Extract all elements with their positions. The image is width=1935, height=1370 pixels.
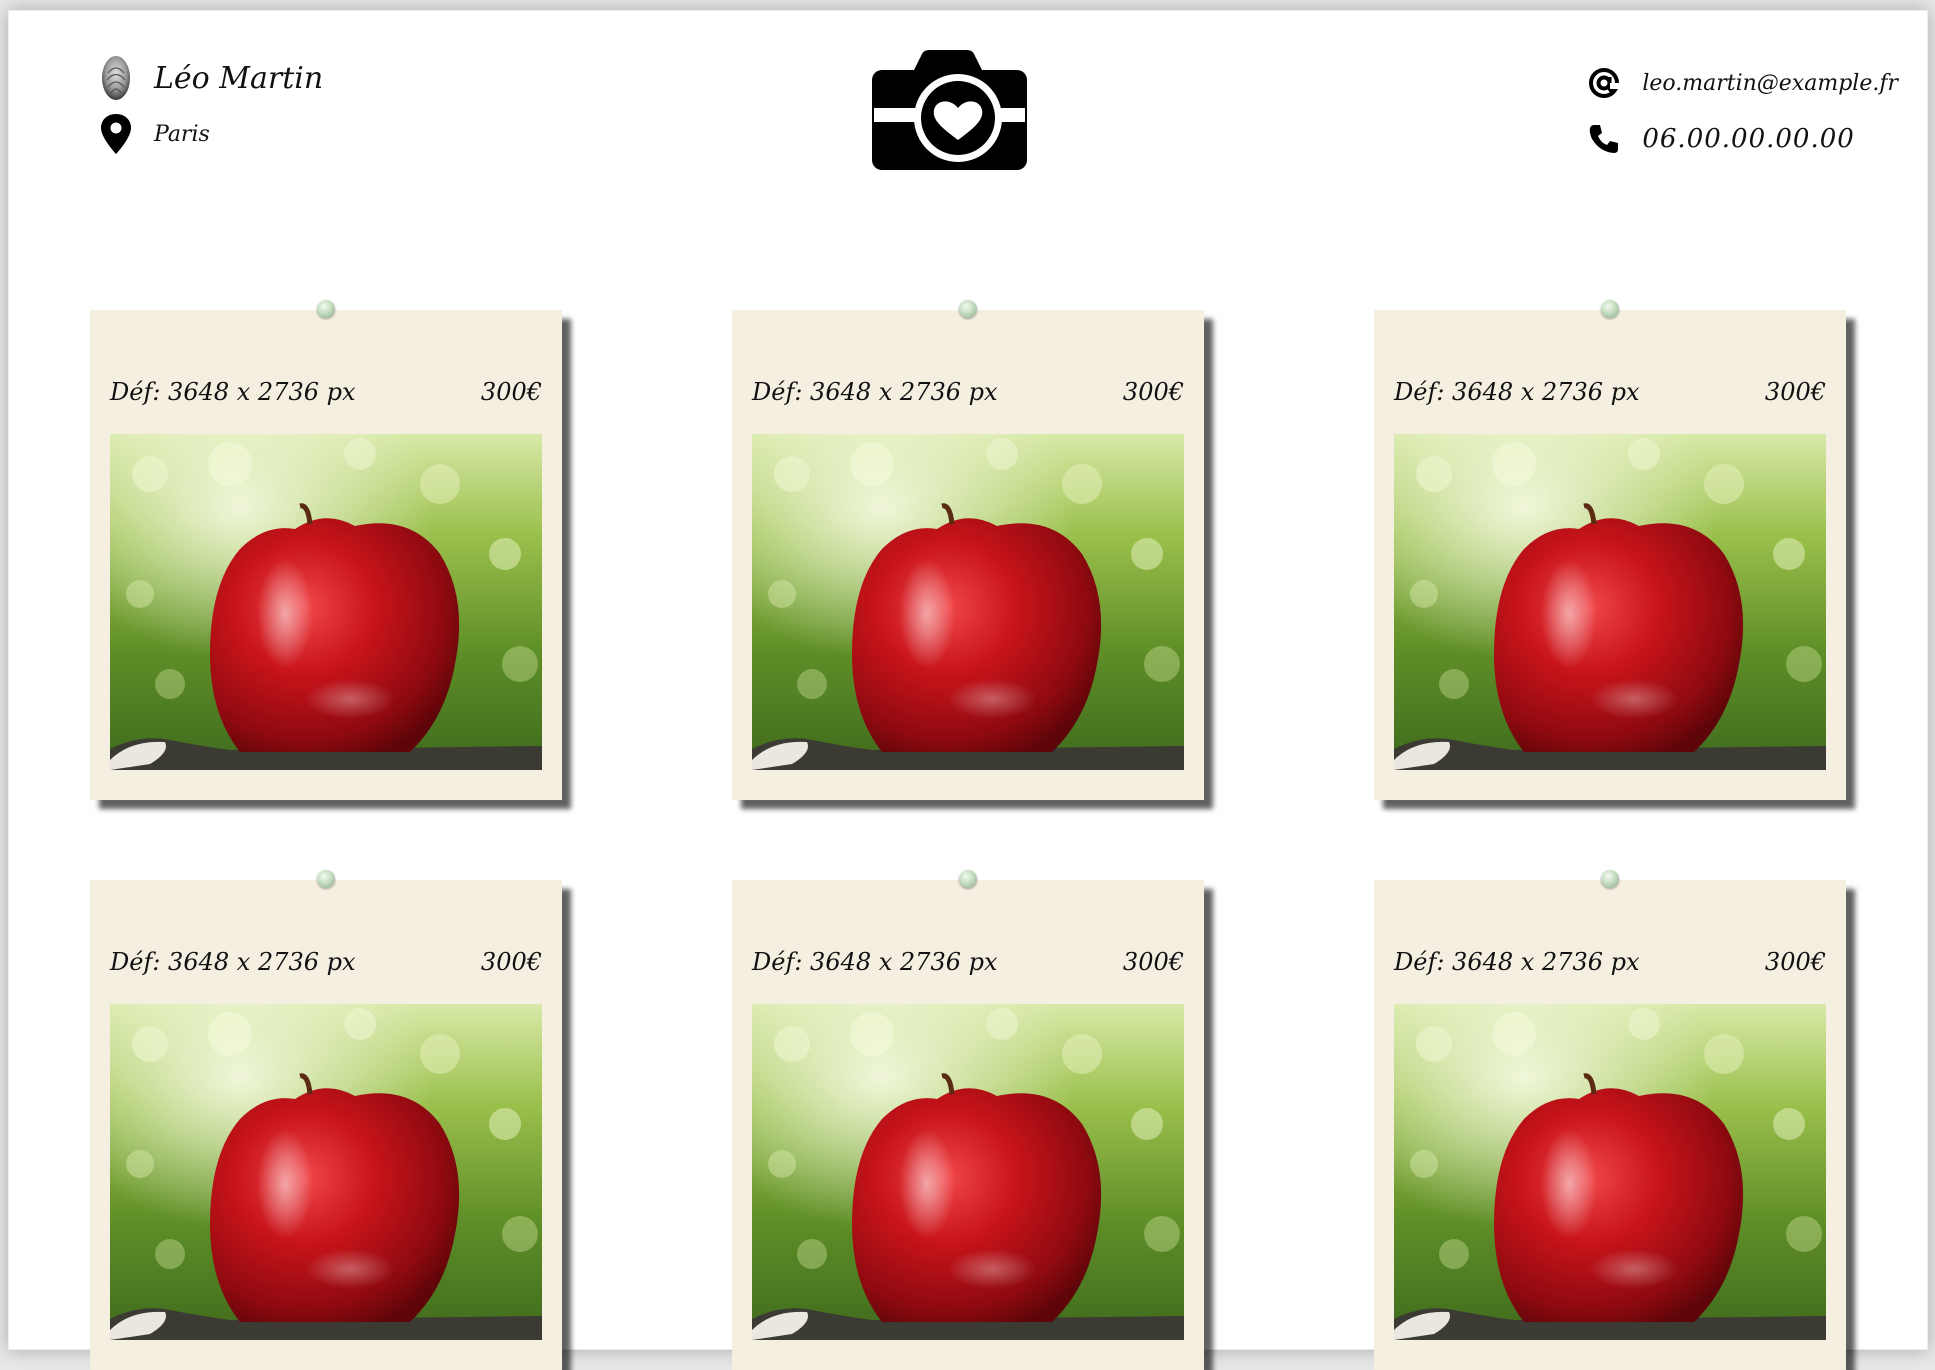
apple-photo[interactable]	[110, 434, 542, 770]
photo-definition: Déf: 3648 x 2736 px	[1394, 948, 1640, 976]
fingerprint-icon	[98, 54, 134, 102]
photo-price: 300€	[1764, 948, 1826, 976]
apple-photo[interactable]	[1394, 1004, 1826, 1340]
photo-card[interactable]: Déf: 3648 x 2736 px 300€	[90, 870, 562, 1370]
contact-left: Léo Martin Paris	[98, 50, 323, 162]
phone-row: 06.00.00.00.00	[1586, 111, 1898, 167]
photo-card[interactable]: Déf: 3648 x 2736 px 300€	[1374, 300, 1846, 800]
photo-card[interactable]: Déf: 3648 x 2736 px 300€	[1374, 870, 1846, 1370]
page-sheet: Léo Martin Paris leo.martin@example.fr 0…	[8, 10, 1928, 1370]
photo-definition: Déf: 3648 x 2736 px	[752, 948, 998, 976]
contact-right: leo.martin@example.fr 06.00.00.00.00	[1586, 55, 1898, 167]
apple-photo[interactable]	[110, 1004, 542, 1340]
pin-icon	[1601, 870, 1619, 888]
phone-link[interactable]: 06.00.00.00.00	[1642, 124, 1854, 154]
photo-price: 300€	[1122, 378, 1184, 406]
photo-card-header: Déf: 3648 x 2736 px 300€	[1394, 948, 1826, 976]
pin-icon	[317, 300, 335, 318]
name-row: Léo Martin	[98, 50, 323, 106]
location-pin-icon	[98, 110, 134, 158]
photo-card[interactable]: Déf: 3648 x 2736 px 300€	[732, 300, 1204, 800]
photo-card-header: Déf: 3648 x 2736 px 300€	[110, 378, 542, 406]
apple-photo[interactable]	[752, 434, 1184, 770]
photo-card-header: Déf: 3648 x 2736 px 300€	[110, 948, 542, 976]
city-label: Paris	[154, 121, 210, 147]
email-link[interactable]: leo.martin@example.fr	[1642, 71, 1898, 96]
photo-grid: Déf: 3648 x 2736 px 300€ Déf: 3648 x 273…	[90, 300, 1870, 1370]
at-sign-icon	[1586, 59, 1622, 107]
photo-price: 300€	[480, 948, 542, 976]
pin-icon	[317, 870, 335, 888]
photo-definition: Déf: 3648 x 2736 px	[110, 948, 356, 976]
photo-price: 300€	[480, 378, 542, 406]
photographer-name: Léo Martin	[154, 60, 324, 96]
photo-price: 300€	[1122, 948, 1184, 976]
apple-photo[interactable]	[1394, 434, 1826, 770]
pin-icon	[1601, 300, 1619, 318]
photo-card[interactable]: Déf: 3648 x 2736 px 300€	[732, 870, 1204, 1370]
photo-definition: Déf: 3648 x 2736 px	[752, 378, 998, 406]
photo-card-header: Déf: 3648 x 2736 px 300€	[752, 378, 1184, 406]
photo-card-header: Déf: 3648 x 2736 px 300€	[752, 948, 1184, 976]
pin-icon	[959, 300, 977, 318]
camera-heart-icon	[872, 46, 1027, 171]
pin-icon	[959, 870, 977, 888]
photo-definition: Déf: 3648 x 2736 px	[1394, 378, 1640, 406]
phone-icon	[1586, 115, 1622, 163]
photo-card[interactable]: Déf: 3648 x 2736 px 300€	[90, 300, 562, 800]
photo-definition: Déf: 3648 x 2736 px	[110, 378, 356, 406]
photo-card-header: Déf: 3648 x 2736 px 300€	[1394, 378, 1826, 406]
apple-photo[interactable]	[752, 1004, 1184, 1340]
city-row: Paris	[98, 106, 323, 162]
photo-price: 300€	[1764, 378, 1826, 406]
email-row: leo.martin@example.fr	[1586, 55, 1898, 111]
